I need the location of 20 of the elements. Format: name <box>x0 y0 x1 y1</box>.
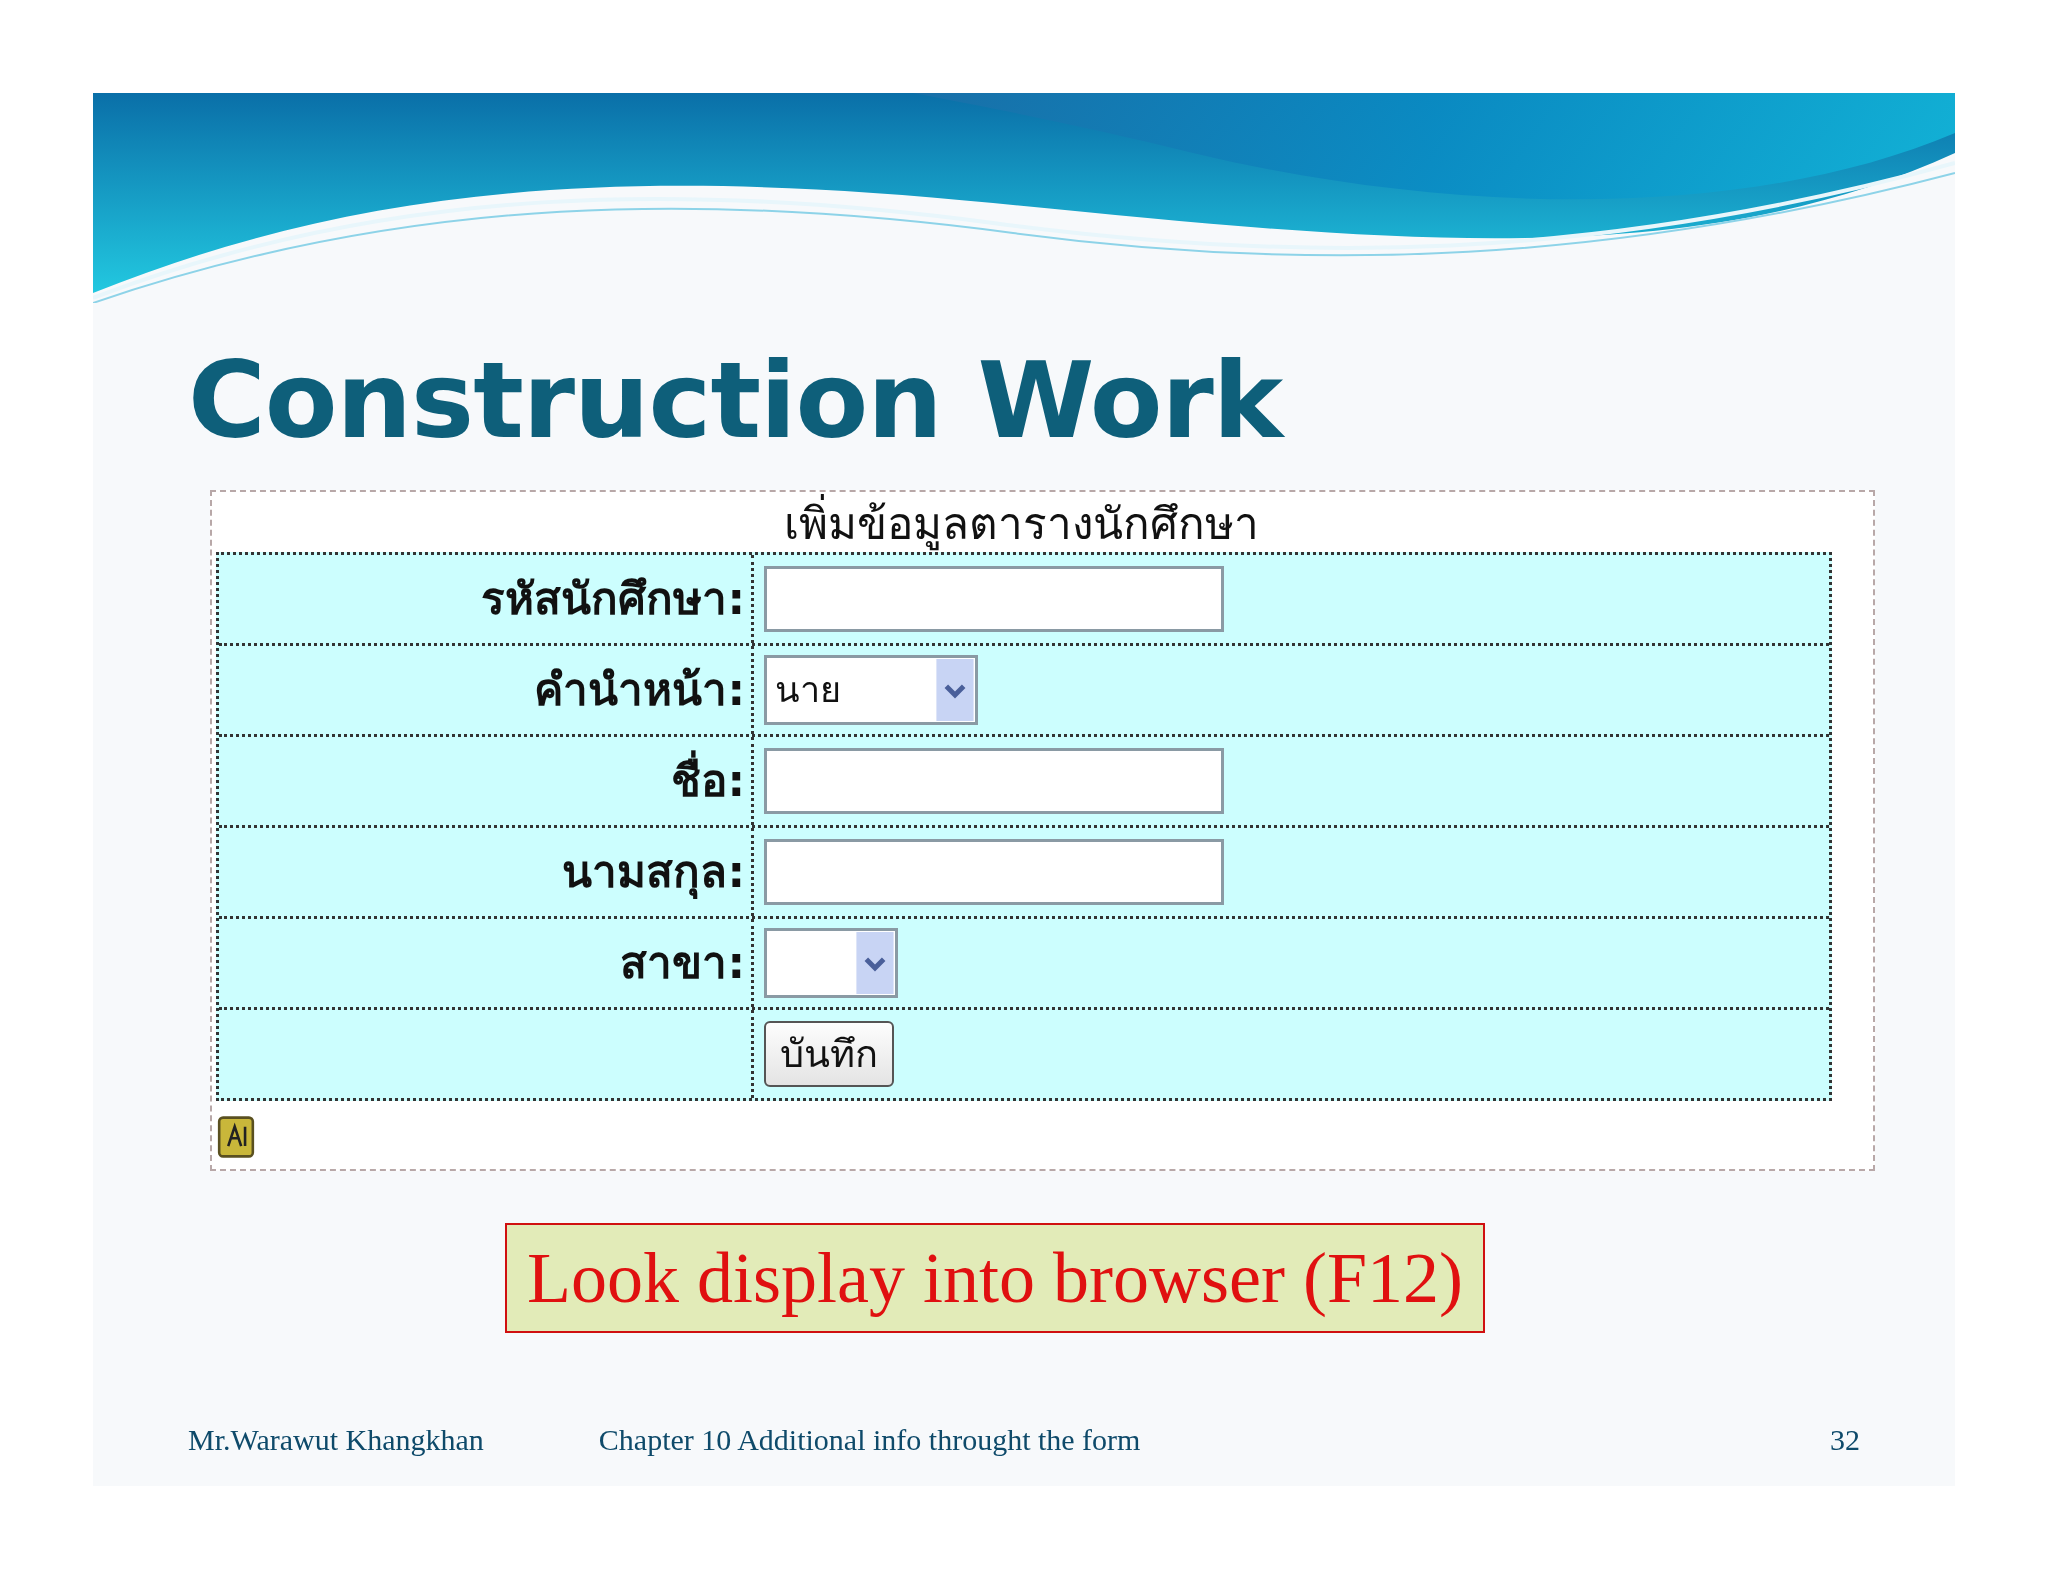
field-label: นามสกุล: <box>219 827 754 916</box>
dropdown[interactable]: นาย <box>764 654 978 725</box>
field-label: รหัสนักศึกษา: <box>219 554 754 643</box>
field-label: ชื่อ: <box>219 736 754 825</box>
field-label: คำนำหน้า: <box>219 645 754 734</box>
save-button[interactable]: บันทึก <box>764 1020 894 1087</box>
input-field[interactable] <box>764 838 1224 905</box>
form-heading: เพิ่มข้อมูลตารางนักศึกษา <box>216 495 1826 552</box>
input-field[interactable] <box>764 565 1224 632</box>
dropdown[interactable] <box>764 927 898 998</box>
chevron-down-icon <box>935 658 975 721</box>
input-field[interactable] <box>764 747 1224 814</box>
footer-author: Mr.Warawut Khangkhan <box>188 1423 484 1457</box>
control-icon <box>216 1114 256 1159</box>
field-label: สาขา: <box>219 918 754 1007</box>
footer-chapter: Chapter 10 Additional info throught the form <box>598 1423 1141 1457</box>
slide-title: Construction Work <box>188 343 1286 460</box>
callout-note: Look display into browser (F12) <box>505 1222 1485 1333</box>
page-number: 32 <box>1830 1423 1860 1457</box>
chevron-down-icon <box>855 931 895 994</box>
